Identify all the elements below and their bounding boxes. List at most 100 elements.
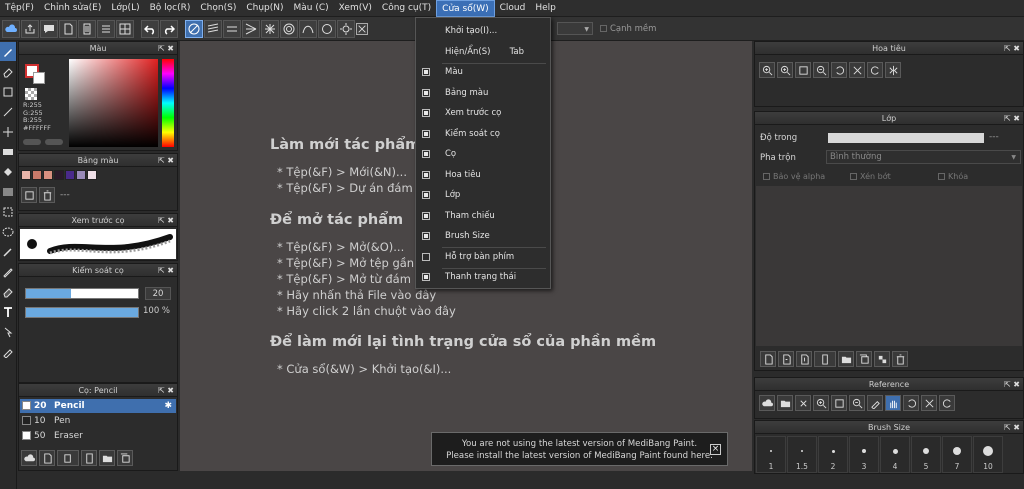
brush-list-item[interactable]: 20 Pencil ✱ [20, 399, 176, 413]
palette-swatch[interactable] [43, 170, 53, 180]
menu-select[interactable]: Chọn(S) [195, 0, 241, 17]
window-menu-item[interactable]: Kiểm soát cọ [416, 124, 550, 144]
cloud-icon[interactable] [2, 19, 20, 38]
fill-tool-icon[interactable] [0, 162, 16, 181]
hue-slider[interactable] [162, 59, 174, 147]
rect-tool-icon[interactable] [0, 142, 16, 161]
brush-list-item[interactable]: 10 Pen [20, 414, 176, 428]
protect-alpha-toggle[interactable]: Bảo vệ alpha [763, 172, 825, 181]
rotate-right-icon[interactable] [939, 395, 955, 411]
update-notification[interactable]: You are not using the latest version of … [431, 432, 728, 466]
select-rect-icon[interactable] [0, 82, 16, 101]
eyedropper-icon[interactable] [0, 342, 16, 361]
clipping-toggle[interactable]: Xén bớt [850, 172, 891, 181]
brush-size-slider[interactable] [25, 288, 139, 299]
window-menu-item[interactable]: Thanh trạng thái [416, 267, 550, 287]
menu-snap[interactable]: Chụp(N) [241, 0, 288, 17]
operation-tool-icon[interactable] [0, 322, 16, 341]
grid-icon[interactable] [116, 19, 134, 38]
menu-cloud[interactable]: Cloud [495, 0, 531, 17]
lock-checkbox[interactable] [938, 173, 945, 180]
no-guide-icon[interactable] [185, 19, 203, 38]
brush-doc-icon[interactable] [81, 450, 97, 466]
secondary-color-swatch[interactable] [33, 72, 45, 84]
fit-icon[interactable] [831, 395, 847, 411]
palette-swatch[interactable] [65, 170, 75, 180]
text-tool-icon[interactable] [0, 302, 16, 321]
brush-size-cell[interactable]: 10 [973, 436, 1003, 473]
eraser-tool-icon[interactable] [0, 62, 16, 81]
cloud-icon[interactable] [759, 395, 775, 411]
vanish-guide-icon[interactable] [242, 19, 260, 38]
rotate-left-icon[interactable] [831, 62, 847, 78]
new-file-icon[interactable] [59, 19, 77, 38]
brush-size-cell[interactable]: 5 [911, 436, 941, 473]
brush-select-dropdown[interactable]: ▼ [557, 22, 593, 35]
palette-swatch[interactable] [21, 170, 31, 180]
delete-swatch-icon[interactable] [39, 187, 55, 203]
window-menu-item[interactable]: Hỗ trợ bàn phím [416, 247, 550, 267]
palette-swatch[interactable] [76, 170, 86, 180]
rotate-left-icon[interactable] [903, 395, 919, 411]
window-menu-item[interactable]: Khởi tạo(I)... [416, 21, 550, 41]
move-tool-icon[interactable] [0, 122, 16, 141]
zoom-out-icon[interactable] [849, 395, 865, 411]
new-layer-icon[interactable] [760, 351, 776, 367]
duplicate-layer-icon[interactable] [856, 351, 872, 367]
lasso-select-icon[interactable] [0, 202, 16, 221]
menu-tools[interactable]: Công cụ(T) [377, 0, 436, 17]
folder-icon[interactable] [99, 450, 115, 466]
window-menu-item[interactable]: Xem trước cọ [416, 103, 550, 123]
copy-icon[interactable] [117, 450, 133, 466]
antialias-checkbox[interactable] [600, 25, 607, 32]
brush-size-cell[interactable]: 7 [942, 436, 972, 473]
settings-icon[interactable] [337, 19, 355, 38]
protect-alpha-checkbox[interactable] [763, 173, 770, 180]
circle-guide-icon[interactable] [318, 19, 336, 38]
brush-size-cell[interactable]: 1 [756, 436, 786, 473]
palette-swatch[interactable] [54, 170, 64, 180]
magic-wand-icon[interactable] [0, 242, 16, 261]
comment-icon[interactable] [40, 19, 58, 38]
window-menu-item[interactable]: Brush Size [416, 226, 550, 246]
gradient-tool-icon[interactable] [0, 182, 16, 201]
redo-icon[interactable] [160, 19, 178, 38]
document-icon[interactable] [78, 19, 96, 38]
window-menu-item[interactable]: Hiện/Ẩn(S) Tab [416, 42, 550, 62]
window-menu-item[interactable]: Tham chiếu [416, 206, 550, 226]
new-halftone-layer-icon[interactable] [778, 351, 794, 367]
merge-layer-icon[interactable] [874, 351, 890, 367]
menu-layer[interactable]: Lớp(L) [106, 0, 144, 17]
panel-close-icon[interactable]: ⇱ ✖ [158, 214, 174, 227]
zoom-in-icon[interactable] [759, 62, 775, 78]
menu-color[interactable]: Màu (C) [289, 0, 334, 17]
window-menu-item[interactable]: Lớp [416, 185, 550, 205]
eyedropper-icon[interactable] [867, 395, 883, 411]
menu-view[interactable]: Xem(V) [334, 0, 377, 17]
share-icon[interactable] [21, 19, 39, 38]
panel-close-icon[interactable]: ⇱ ✖ [1004, 112, 1020, 125]
rotate-right-icon[interactable] [867, 62, 883, 78]
radial-guide-icon[interactable] [261, 19, 279, 38]
layer-blend-select[interactable]: Bình thường ▼ [826, 150, 1021, 164]
layer-folder-icon[interactable] [838, 351, 854, 367]
cross-guide-icon[interactable] [223, 19, 241, 38]
brush-list-item[interactable]: 50 Eraser [20, 429, 176, 443]
flip-icon[interactable] [885, 62, 901, 78]
reset-rotate-icon[interactable] [849, 62, 865, 78]
window-menu-item[interactable]: Hoa tiêu [416, 165, 550, 185]
window-menu-item[interactable]: Màu [416, 62, 550, 82]
brush-size-value[interactable]: 20 [145, 287, 171, 300]
zoom-out-icon[interactable] [813, 62, 829, 78]
reset-rotate-icon[interactable] [921, 395, 937, 411]
menu-window[interactable]: Cửa sổ(W) [436, 0, 495, 17]
new-8bit-layer-icon[interactable] [796, 351, 812, 367]
layer-list[interactable] [756, 186, 1022, 346]
add-swatch-icon[interactable] [21, 187, 37, 203]
window-menu-item[interactable]: Bảng màu [416, 83, 550, 103]
menu-file[interactable]: Tệp(F) [0, 0, 39, 17]
select-eraser-icon[interactable] [0, 282, 16, 301]
snap-close-icon[interactable] [356, 22, 368, 35]
color-swap-button[interactable] [45, 139, 63, 145]
brush-size-cell[interactable]: 3 [849, 436, 879, 473]
